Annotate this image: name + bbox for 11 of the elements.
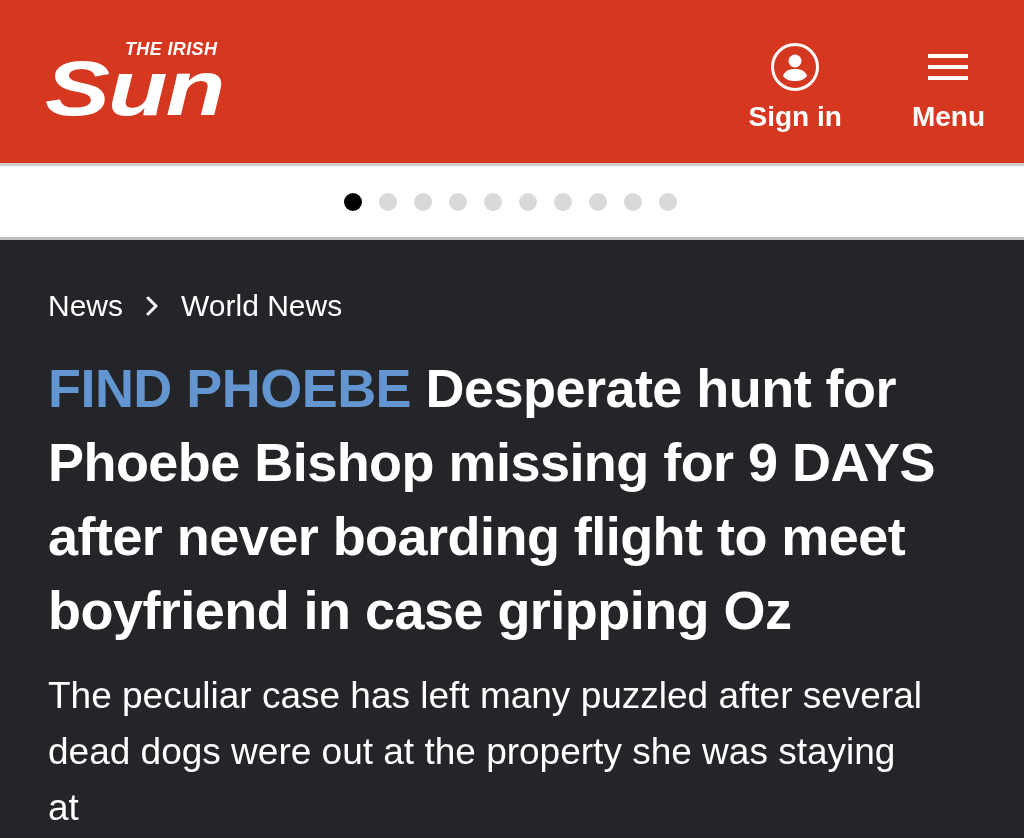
chevron-right-icon: [146, 296, 158, 316]
breadcrumb-link[interactable]: World News: [181, 288, 343, 324]
user-circle-icon: [771, 42, 820, 91]
logo-tagline: THE IRISH: [125, 39, 218, 58]
sign-in-button[interactable]: Sign in: [748, 42, 842, 133]
menu-icon: [928, 53, 969, 80]
menu-button[interactable]: Menu: [911, 42, 985, 133]
headline: FIND PHOEBE Desperate hunt for Phoebe Bishop missing for 9 DAYS after never boarding flight to meet boyfriend in case gripping Oz: [48, 357, 936, 642]
article-standfirst: The peculiar case has left many puzzled after several dead dogs were out at the property she was staying at: [48, 674, 924, 830]
logo-wordmark: Sun: [45, 57, 224, 118]
breadcrumb-link[interactable]: News: [48, 288, 123, 324]
